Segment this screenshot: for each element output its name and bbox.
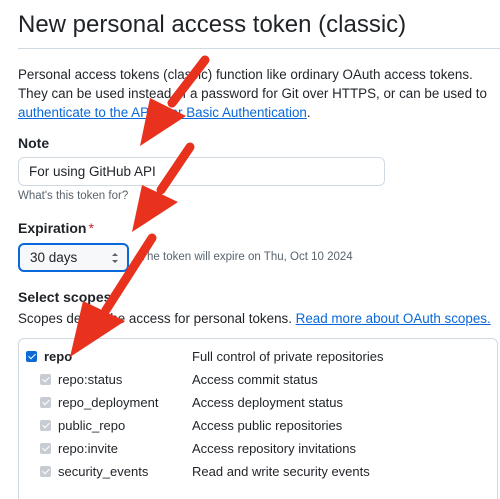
scope-row-repo[interactable]: repo Full control of private repositorie… bbox=[26, 346, 466, 366]
scope-name: public_repo bbox=[58, 417, 126, 433]
scope-description: Read and write security events bbox=[192, 463, 370, 479]
scope-row-security-events[interactable]: security_events Read and write security … bbox=[40, 461, 470, 481]
intro-text-end: . bbox=[306, 105, 311, 120]
expiration-select-value: 30 days bbox=[30, 250, 78, 265]
scope-name: security_events bbox=[58, 463, 149, 479]
intro-text: Personal access tokens (classic) functio… bbox=[18, 67, 487, 101]
required-mark: * bbox=[88, 220, 94, 236]
scope-name: repo bbox=[44, 348, 73, 364]
security-events-checkbox[interactable] bbox=[40, 465, 51, 477]
page-title: New personal access token (classic) bbox=[18, 11, 407, 38]
repo-invite-checkbox[interactable] bbox=[40, 442, 51, 454]
scope-description: Access public repositories bbox=[192, 417, 343, 433]
note-hint: What's this token for? bbox=[18, 190, 129, 202]
repo-deployment-checkbox[interactable] bbox=[40, 396, 51, 408]
repo-status-checkbox[interactable] bbox=[40, 373, 51, 385]
scope-row-repo-invite[interactable]: repo:invite Access repository invitation… bbox=[40, 438, 470, 458]
scope-row-public-repo[interactable]: public_repo Access public repositories bbox=[40, 415, 470, 435]
scope-name: repo:status bbox=[58, 371, 123, 387]
scope-name: repo_deployment bbox=[58, 394, 159, 410]
expiration-label-text: Expiration bbox=[18, 220, 87, 236]
scope-description: Access deployment status bbox=[192, 394, 344, 410]
intro-paragraph: Personal access tokens (classic) functio… bbox=[18, 65, 498, 122]
expiration-select[interactable]: 30 days bbox=[18, 243, 129, 272]
scopes-description-text: Scopes define the access for personal to… bbox=[18, 311, 296, 326]
oauth-scopes-link[interactable]: Read more about OAuth scopes. bbox=[296, 311, 491, 326]
scope-description: Full control of private repositories bbox=[192, 348, 384, 364]
basic-auth-link[interactable]: authenticate to the API over Basic Authe… bbox=[18, 105, 307, 120]
scope-name: repo:invite bbox=[58, 440, 118, 456]
repo-checkbox[interactable] bbox=[26, 350, 37, 362]
scope-row-repo-deployment[interactable]: repo_deployment Access deployment status bbox=[40, 392, 470, 412]
scope-description: Access repository invitations bbox=[192, 440, 357, 456]
scope-description: Access commit status bbox=[192, 371, 318, 387]
public-repo-checkbox[interactable] bbox=[40, 419, 51, 431]
expiration-note: The token will expire on Thu, Oct 10 202… bbox=[140, 251, 353, 263]
note-input[interactable] bbox=[18, 157, 385, 186]
chevron-up-down-icon bbox=[112, 252, 118, 263]
note-label: Note bbox=[18, 135, 50, 151]
scopes-label: Select scopes bbox=[18, 289, 112, 305]
scope-row-repo-status[interactable]: repo:status Access commit status bbox=[40, 369, 470, 389]
scopes-description: Scopes define the access for personal to… bbox=[18, 311, 491, 326]
expiration-label: Expiration * bbox=[18, 220, 94, 236]
title-divider bbox=[18, 48, 500, 49]
